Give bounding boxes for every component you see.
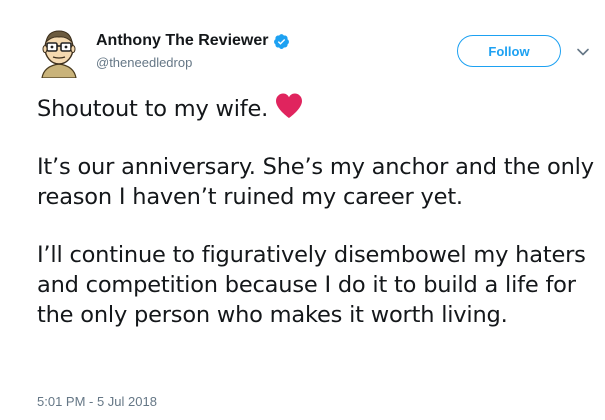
follow-button[interactable]: Follow (457, 35, 561, 67)
tweet-card: Anthony The Reviewer @theneedledrop Foll… (0, 0, 605, 420)
tweet-paragraph-2: It’s our anniversary. She’s my anchor an… (37, 154, 594, 210)
name-row: Anthony The Reviewer (96, 30, 290, 52)
author-block: Anthony The Reviewer @theneedledrop (96, 30, 290, 70)
tweet-text: Shoutout to my wife. It’s our anniversar… (37, 92, 597, 330)
chevron-down-icon[interactable] (576, 44, 590, 58)
user-handle[interactable]: @theneedledrop (96, 55, 290, 70)
tweet-line-1-text: Shoutout to my wife. (37, 96, 269, 122)
red-heart-icon (274, 92, 304, 120)
display-name[interactable]: Anthony The Reviewer (96, 32, 268, 50)
avatar[interactable] (38, 28, 80, 79)
tweet-line-1: Shoutout to my wife. (37, 92, 597, 124)
verified-badge-icon (273, 33, 290, 50)
cartoon-avatar-icon (41, 30, 77, 79)
tweet-paragraph-3: I’ll continue to figuratively disembowel… (37, 242, 586, 328)
tweet-timestamp[interactable]: 5:01 PM - 5 Jul 2018 (37, 394, 157, 409)
